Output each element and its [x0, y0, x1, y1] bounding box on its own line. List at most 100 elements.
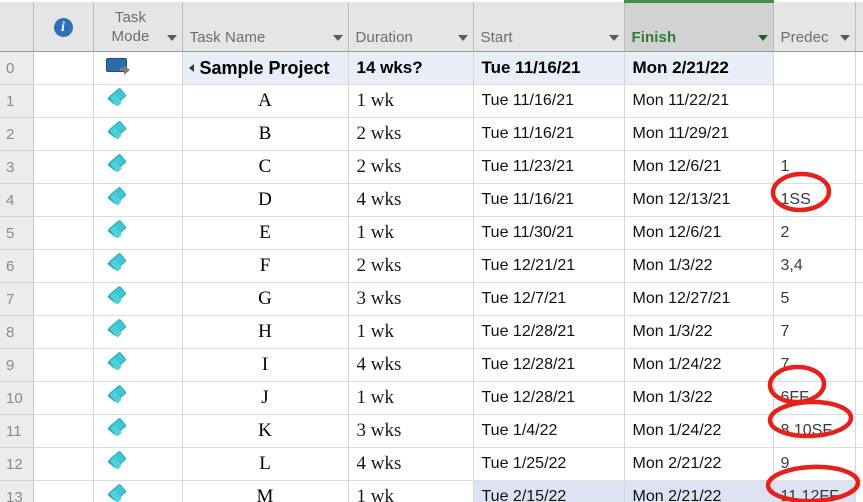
table-row[interactable]: 13 M 1 wk Tue 2/15/22 Mon 2/21/22 11,12FF	[0, 480, 863, 502]
duration-cell[interactable]: 14 wks?	[348, 51, 474, 85]
task-name-filter-chevron-down-icon[interactable]	[332, 35, 343, 41]
predecessors-cell[interactable]: 6FF	[773, 381, 856, 415]
finish-date-cell[interactable]: Mon 12/13/21	[624, 183, 774, 217]
row-indicator-cell[interactable]	[33, 216, 94, 250]
duration-cell[interactable]: 2 wks	[348, 117, 474, 151]
task-name-cell[interactable]: J	[182, 381, 349, 415]
task-name-cell[interactable]: L	[182, 447, 349, 481]
row-number[interactable]: 0	[0, 51, 34, 85]
predecessors-cell[interactable]: 3,4	[773, 249, 856, 283]
start-date-cell[interactable]: Tue 1/25/22	[473, 447, 625, 481]
row-number[interactable]: 10	[0, 381, 34, 415]
duration-cell[interactable]: 4 wks	[348, 348, 474, 382]
task-mode-cell[interactable]	[93, 216, 183, 250]
task-mode-cell[interactable]	[93, 480, 183, 502]
table-row[interactable]: 0 Sample Project 14 wks? Tue 11/16/21 Mon 2/…	[0, 51, 863, 85]
task-name-cell[interactable]: Sample Project	[182, 51, 349, 85]
select-all-corner[interactable]	[0, 1, 34, 52]
task-mode-cell[interactable]	[93, 282, 183, 316]
predecessors-cell[interactable]: 2	[773, 216, 856, 250]
duration-cell[interactable]: 1 wk	[348, 480, 474, 502]
duration-cell[interactable]: 4 wks	[348, 183, 474, 217]
column-header-start[interactable]: Start	[473, 1, 625, 52]
task-mode-cell[interactable]	[93, 51, 183, 85]
start-date-cell[interactable]: Tue 12/28/21	[473, 381, 625, 415]
row-indicator-cell[interactable]	[33, 51, 94, 85]
column-header-task-mode[interactable]: Task Mode	[93, 1, 183, 52]
finish-date-cell[interactable]: Mon 2/21/22	[624, 480, 774, 502]
row-indicator-cell[interactable]	[33, 183, 94, 217]
predecessors-cell[interactable]: 1SS	[773, 183, 856, 217]
task-mode-cell[interactable]	[93, 117, 183, 151]
predecessors-cell[interactable]: 11,12FF	[773, 480, 856, 502]
finish-date-cell[interactable]: Mon 12/6/21	[624, 216, 774, 250]
predecessors-cell[interactable]	[773, 51, 856, 85]
start-date-cell[interactable]: Tue 12/21/21	[473, 249, 625, 283]
duration-cell[interactable]: 2 wks	[348, 150, 474, 184]
row-number[interactable]: 3	[0, 150, 34, 184]
predecessors-cell[interactable]: 1	[773, 150, 856, 184]
finish-date-cell[interactable]: Mon 12/6/21	[624, 150, 774, 184]
task-mode-filter-chevron-down-icon[interactable]	[166, 35, 177, 41]
table-row[interactable]: 9 I 4 wks Tue 12/28/21 Mon 1/24/22 7	[0, 348, 863, 382]
start-date-cell[interactable]: Tue 11/16/21	[473, 183, 625, 217]
table-row[interactable]: 2 B 2 wks Tue 11/16/21 Mon 11/29/21	[0, 117, 863, 151]
predecessors-cell[interactable]	[773, 84, 856, 118]
start-date-cell[interactable]: Tue 11/23/21	[473, 150, 625, 184]
start-date-cell[interactable]: Tue 11/30/21	[473, 216, 625, 250]
row-indicator-cell[interactable]	[33, 447, 94, 481]
duration-cell[interactable]: 1 wk	[348, 315, 474, 349]
start-date-cell[interactable]: Tue 2/15/22	[473, 480, 625, 502]
row-number[interactable]: 1	[0, 84, 34, 118]
predecessors-cell[interactable]: 9	[773, 447, 856, 481]
task-mode-cell[interactable]	[93, 315, 183, 349]
table-row[interactable]: 12 L 4 wks Tue 1/25/22 Mon 2/21/22 9	[0, 447, 863, 481]
task-mode-cell[interactable]	[93, 348, 183, 382]
start-date-cell[interactable]: Tue 12/7/21	[473, 282, 625, 316]
finish-filter-chevron-down-icon[interactable]	[757, 35, 768, 41]
duration-cell[interactable]: 1 wk	[348, 216, 474, 250]
table-row[interactable]: 4 D 4 wks Tue 11/16/21 Mon 12/13/21 1SS	[0, 183, 863, 217]
row-number[interactable]: 9	[0, 348, 34, 382]
row-number[interactable]: 6	[0, 249, 34, 283]
table-row[interactable]: 11 K 3 wks Tue 1/4/22 Mon 1/24/22 8,10SF	[0, 414, 863, 448]
task-name-cell[interactable]: H	[182, 315, 349, 349]
task-mode-cell[interactable]	[93, 414, 183, 448]
row-number[interactable]: 7	[0, 282, 34, 316]
column-header-task-name[interactable]: Task Name	[182, 1, 349, 52]
task-name-cell[interactable]: A	[182, 84, 349, 118]
finish-date-cell[interactable]: Mon 12/27/21	[624, 282, 774, 316]
table-row[interactable]: 1 A 1 wk Tue 11/16/21 Mon 11/22/21	[0, 84, 863, 118]
row-number[interactable]: 12	[0, 447, 34, 481]
task-mode-cell[interactable]	[93, 150, 183, 184]
duration-cell[interactable]: 3 wks	[348, 414, 474, 448]
task-name-cell[interactable]: I	[182, 348, 349, 382]
column-header-duration[interactable]: Duration	[348, 1, 474, 52]
row-indicator-cell[interactable]	[33, 348, 94, 382]
table-row[interactable]: 8 H 1 wk Tue 12/28/21 Mon 1/3/22 7	[0, 315, 863, 349]
predecessors-cell[interactable]: 5	[773, 282, 856, 316]
row-number[interactable]: 13	[0, 480, 34, 502]
predecessors-cell[interactable]: 8,10SF	[773, 414, 856, 448]
row-number[interactable]: 2	[0, 117, 34, 151]
row-indicator-cell[interactable]	[33, 117, 94, 151]
predecessors-cell[interactable]: 7	[773, 315, 856, 349]
predecessors-cell[interactable]: 7	[773, 348, 856, 382]
column-header-next-partial[interactable]	[855, 1, 863, 52]
finish-date-cell[interactable]: Mon 11/22/21	[624, 84, 774, 118]
duration-cell[interactable]: 1 wk	[348, 84, 474, 118]
duration-filter-chevron-down-icon[interactable]	[457, 35, 468, 41]
row-indicator-cell[interactable]	[33, 249, 94, 283]
start-date-cell[interactable]: Tue 12/28/21	[473, 348, 625, 382]
collapse-triangle-icon[interactable]	[188, 63, 194, 72]
table-row[interactable]: 5 E 1 wk Tue 11/30/21 Mon 12/6/21 2	[0, 216, 863, 250]
start-date-cell[interactable]: Tue 1/4/22	[473, 414, 625, 448]
row-indicator-cell[interactable]	[33, 381, 94, 415]
finish-date-cell[interactable]: Mon 1/24/22	[624, 348, 774, 382]
task-name-cell[interactable]: E	[182, 216, 349, 250]
finish-date-cell[interactable]: Mon 1/3/22	[624, 315, 774, 349]
row-number[interactable]: 4	[0, 183, 34, 217]
duration-cell[interactable]: 2 wks	[348, 249, 474, 283]
task-mode-cell[interactable]	[93, 447, 183, 481]
table-row[interactable]: 3 C 2 wks Tue 11/23/21 Mon 12/6/21 1	[0, 150, 863, 184]
